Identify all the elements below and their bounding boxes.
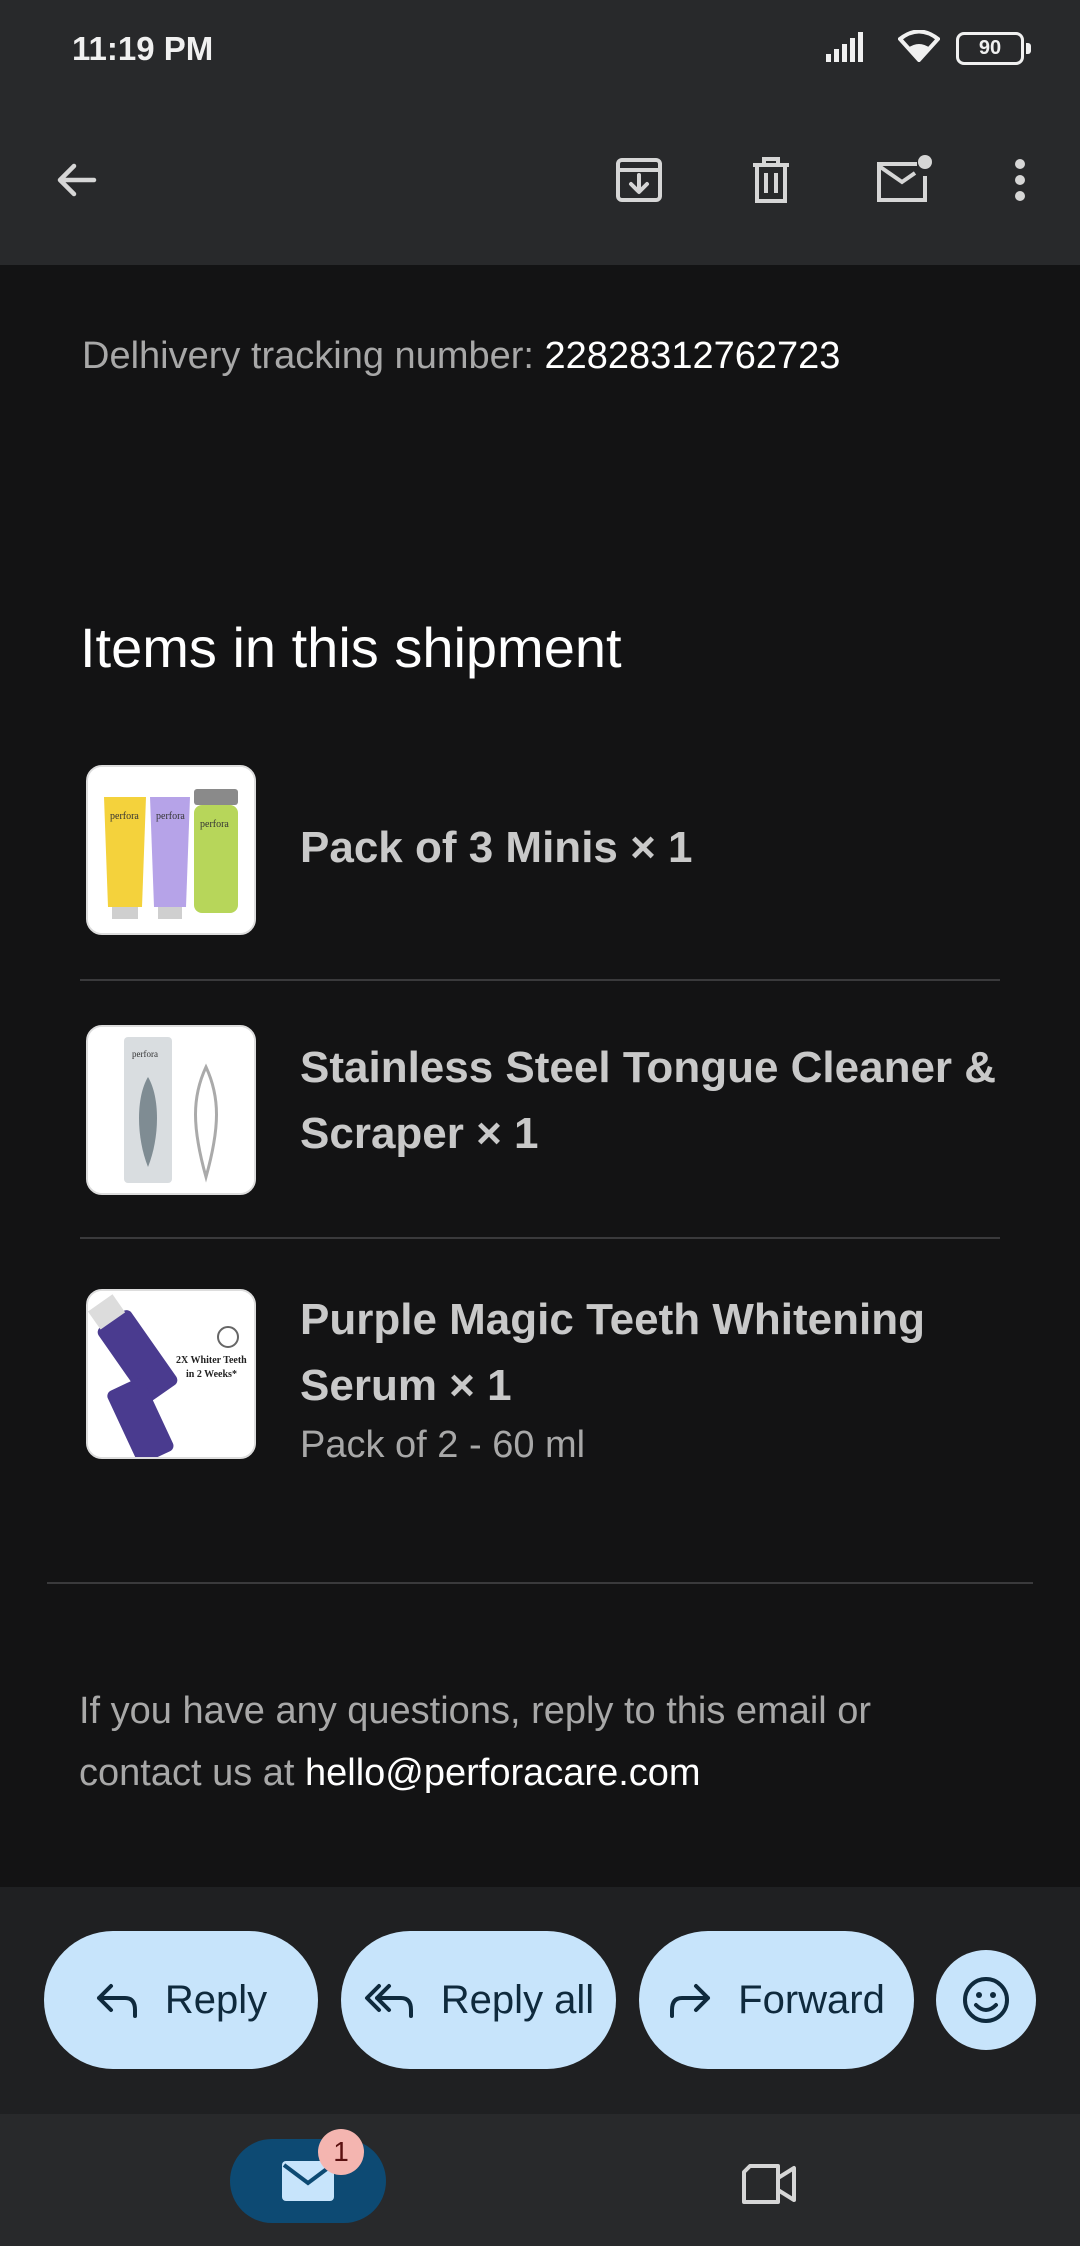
reply-all-button[interactable]: Reply all — [341, 1931, 616, 2069]
items-title: Items in this shipment — [80, 616, 622, 679]
thumb-text: in 2 Weeks* — [186, 1369, 237, 1380]
video-camera-icon — [742, 2164, 796, 2204]
status-bar: 11:19 PM 90 — [0, 0, 1080, 95]
brand-label: perfora — [200, 819, 229, 830]
back-button[interactable] — [36, 140, 116, 220]
reply-icon — [96, 1984, 137, 2018]
back-arrow-icon — [57, 163, 97, 197]
product-thumbnail: 2X Whiter Teeth in 2 Weeks* — [86, 1289, 256, 1459]
shipment-item: perfora Stainless Steel Tongue Cleaner &… — [80, 1025, 1000, 1225]
more-options-button[interactable] — [980, 140, 1060, 220]
battery-icon: 90 — [956, 32, 1031, 65]
item-title: Stainless Steel Tongue Cleaner & Scraper… — [300, 1043, 997, 1158]
item-divider — [80, 979, 1000, 981]
mark-unread-icon — [877, 155, 932, 202]
shipment-item: 2X Whiter Teeth in 2 Weeks* Purple Magic… — [80, 1289, 1000, 1509]
status-time: 11:19 PM — [72, 30, 214, 67]
product-thumbnail: perfora — [86, 1025, 256, 1195]
reply-label: Reply — [164, 1977, 268, 2022]
item-title: Pack of 3 Minis × 1 — [300, 823, 693, 872]
emoji-icon — [963, 1977, 1009, 2023]
product-thumbnail: perfora perfora perfora — [86, 765, 256, 935]
tracking-label: Delhivery tracking number: — [82, 335, 545, 377]
item-title: Purple Magic Teeth Whitening Serum × 1 — [300, 1295, 925, 1410]
email-body: Delhivery tracking number: 2282831276272… — [0, 265, 1080, 1887]
email-toolbar — [0, 95, 1080, 265]
mark-unread-button[interactable] — [863, 140, 943, 220]
signal-icon — [826, 32, 863, 62]
bottom-navigation: 1 — [0, 2114, 1080, 2246]
wifi-icon — [898, 30, 940, 62]
brand-label: perfora — [132, 1049, 158, 1059]
emoji-reaction-button[interactable] — [936, 1950, 1036, 2050]
item-divider — [80, 1237, 1000, 1239]
delete-icon — [753, 157, 789, 203]
forward-button[interactable]: Forward — [639, 1931, 914, 2069]
archive-button[interactable] — [599, 140, 679, 220]
reply-actions-bar: Reply Reply all Forward — [0, 1887, 1080, 2114]
brand-label: perfora — [110, 811, 139, 822]
contact-email-link[interactable]: hello@perforacare.com — [305, 1752, 701, 1794]
item-subtitle: Pack of 2 - 60 ml — [300, 1424, 586, 1466]
reply-all-icon — [364, 1984, 413, 2018]
item-details: Purple Magic Teeth Whitening Serum × 1 P… — [300, 1287, 1000, 1471]
product-image-tongue-cleaner: perfora — [88, 1027, 254, 1193]
meet-tab[interactable] — [735, 2149, 805, 2219]
section-divider — [47, 1582, 1033, 1584]
shipment-item: perfora perfora perfora Pack of 3 Minis … — [80, 765, 1000, 965]
product-image-serum: 2X Whiter Teeth in 2 Weeks* — [88, 1291, 254, 1457]
forward-icon — [670, 1984, 711, 2018]
reply-button[interactable]: Reply — [44, 1931, 318, 2069]
forward-label: Forward — [738, 1977, 885, 2022]
archive-icon — [616, 158, 662, 202]
thumb-text: 2X Whiter Teeth — [176, 1355, 247, 1366]
contact-text: If you have any questions, reply to this… — [79, 1680, 979, 1804]
brand-label: perfora — [156, 811, 185, 822]
more-vert-icon — [1015, 159, 1025, 201]
tracking-line: Delhivery tracking number: 2282831276272… — [82, 335, 840, 378]
delete-button[interactable] — [731, 140, 811, 220]
product-image-minis: perfora perfora perfora — [88, 767, 254, 933]
reply-all-label: Reply all — [440, 1977, 595, 2022]
mail-unread-badge: 1 — [318, 2129, 364, 2175]
tracking-number[interactable]: 22828312762723 — [545, 335, 841, 377]
